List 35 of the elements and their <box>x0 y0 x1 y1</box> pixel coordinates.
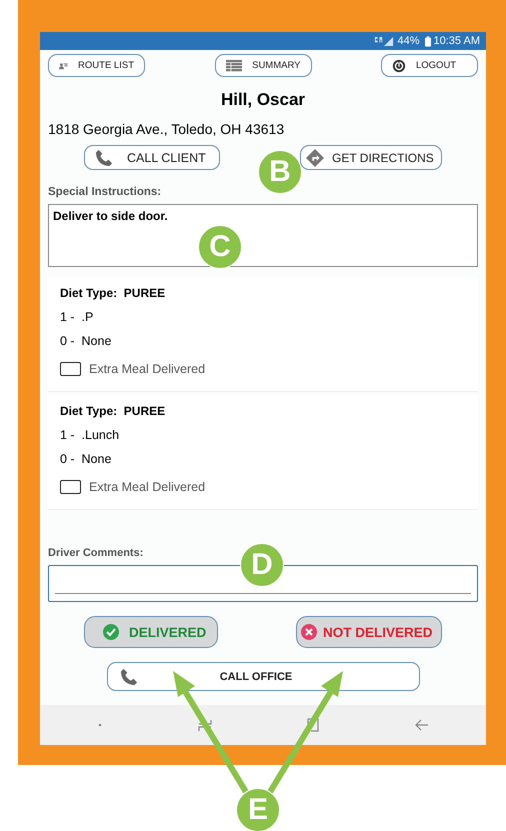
phone-icon <box>120 668 138 686</box>
battery-icon <box>424 36 431 46</box>
diet-type: Diet Type: PUREE <box>60 404 166 418</box>
meal-item: 0 - None <box>60 334 112 348</box>
cross-icon <box>301 624 317 640</box>
back-icon[interactable] <box>414 717 430 733</box>
meal-item: 0 - None <box>60 452 112 466</box>
meal-item: 1 - .P <box>60 310 94 324</box>
callout-badge: E <box>236 788 280 831</box>
home-icon[interactable] <box>305 717 322 733</box>
meal-item: 1 - .Lunch <box>60 428 120 442</box>
client-address: 1818 Georgia Ave., Toledo, OH 43613 <box>48 121 286 137</box>
signal-icon <box>374 36 394 46</box>
checkbox-label: Extra Meal Delivered <box>89 362 206 376</box>
call-client-button[interactable]: CALL CLIENT <box>84 145 220 170</box>
instructions-label: Special Instructions: <box>48 186 162 198</box>
checkbox-label: Extra Meal Delivered <box>89 480 206 494</box>
clock-time: 10:35 AM <box>434 35 480 47</box>
client-name: Hill, Oscar <box>220 90 306 110</box>
call-office-button[interactable]: CALL OFFICE <box>106 662 420 691</box>
grid-icon <box>226 58 242 72</box>
comments-label: Driver Comments: <box>48 547 144 559</box>
recent-apps-icon[interactable] <box>196 717 213 733</box>
checkbox[interactable] <box>60 480 81 494</box>
battery-percent: 44% <box>397 35 420 47</box>
logout-button[interactable]: LOGOUT <box>381 54 478 77</box>
route-button[interactable]: ROUTE LIST <box>48 54 145 77</box>
directions-icon <box>306 148 324 166</box>
summary-button[interactable]: SUMMARY <box>214 54 312 77</box>
check-icon <box>103 624 119 640</box>
phone-icon <box>95 148 113 166</box>
directions-button[interactable]: GET DIRECTIONS <box>300 145 442 170</box>
checkbox[interactable] <box>60 362 81 376</box>
power-icon <box>392 58 406 72</box>
diet-type: Diet Type: PUREE <box>60 286 166 300</box>
